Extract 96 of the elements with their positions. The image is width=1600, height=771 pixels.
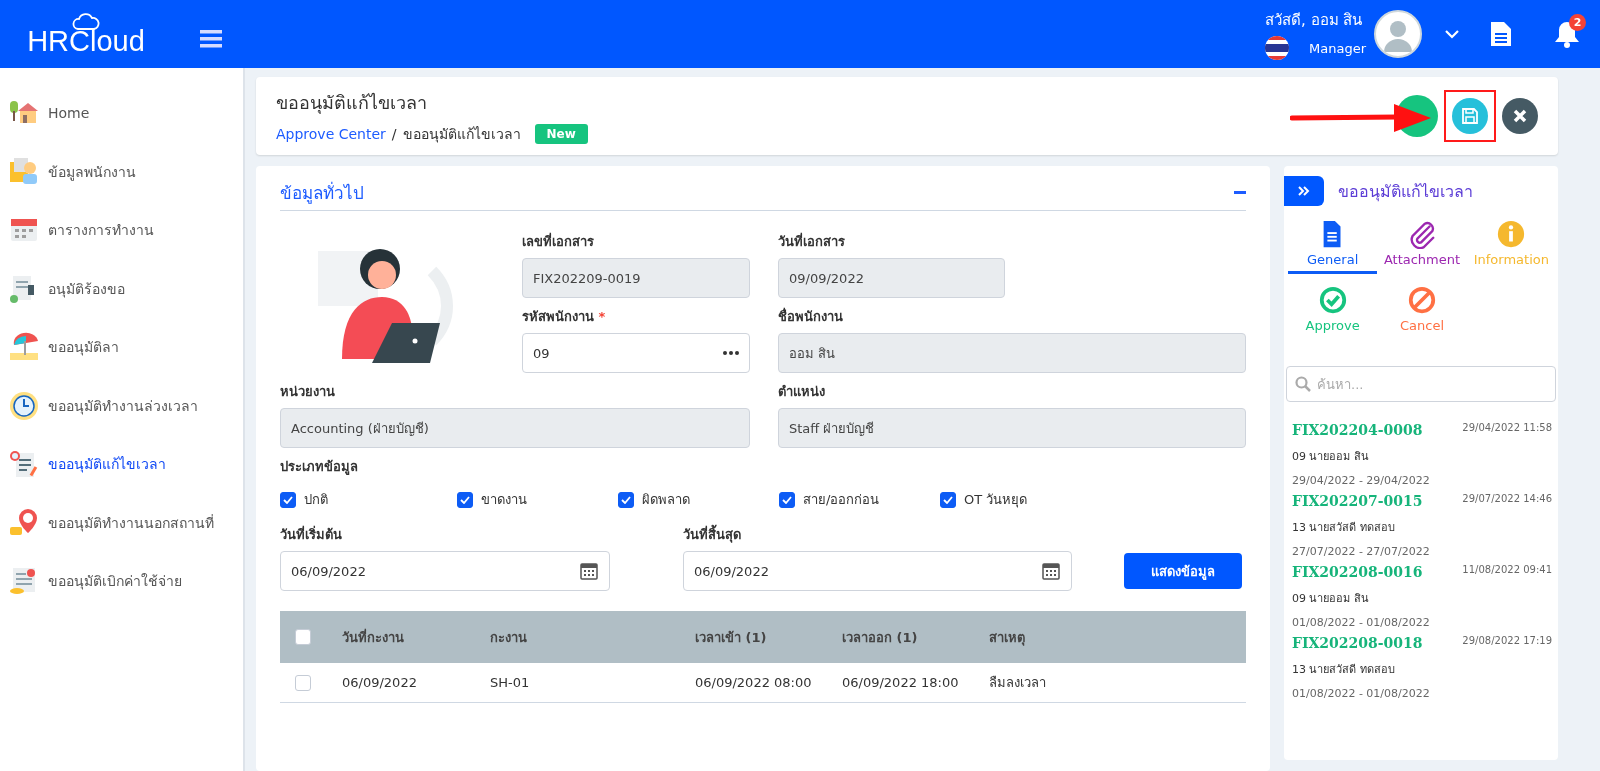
- employee-name: 13 นายสวัสดี ทดสอบ: [1292, 662, 1396, 678]
- double-chevron-icon: [1298, 185, 1310, 197]
- sidebar-item[interactable]: Home: [0, 84, 243, 143]
- input-field[interactable]: Staff ฝ่ายบัญชี: [778, 408, 1246, 448]
- field-label: รหัสพนักงาน *: [522, 308, 607, 326]
- type-checkbox[interactable]: ปกติ: [280, 489, 457, 510]
- flag-icon: [1265, 36, 1289, 60]
- breadcrumb-separator: /: [391, 125, 397, 142]
- input-field[interactable]: ออม สิน: [778, 333, 1246, 373]
- calendar-icon[interactable]: [579, 561, 599, 581]
- column-header: เวลาเข้า (1): [694, 611, 841, 663]
- expand-button[interactable]: [1284, 176, 1324, 206]
- sidebar-item[interactable]: ตารางการทำงาน: [0, 201, 243, 260]
- bell-icon[interactable]: [1554, 20, 1580, 48]
- chevron-down-icon[interactable]: [1444, 29, 1460, 39]
- table-cell: 06/09/2022 08:00: [694, 663, 841, 703]
- close-icon: [1513, 109, 1527, 123]
- sidebar-item[interactable]: ขออนุมัติลา: [0, 318, 243, 377]
- table-cell: 06/09/2022: [341, 663, 489, 703]
- field-label: ชื่อพนักงาน: [778, 306, 844, 326]
- sidebar-item[interactable]: ขออนุมัติแก้ไขเวลา: [0, 435, 243, 494]
- sidebar-item[interactable]: อนุมัติร้องขอ: [0, 259, 243, 318]
- cloud-icon: [71, 12, 101, 31]
- input-field[interactable]: FIX202209-0019: [522, 258, 750, 298]
- check-icon: [621, 495, 631, 504]
- column-header: กะงาน: [489, 611, 694, 663]
- date-range: 01/08/2022 - 01/08/2022: [1292, 616, 1431, 629]
- check-icon: [782, 495, 792, 504]
- sidebar-item[interactable]: ขออนุมัติเบิกค่าใช้จ่าย: [0, 552, 243, 611]
- table-cell: ลืมลงเวลา: [988, 663, 1246, 703]
- timestamp: 29/04/2022 11:58: [1462, 422, 1552, 433]
- calendar-icon[interactable]: [1041, 561, 1061, 581]
- column-header: เวลาออก (1): [841, 611, 988, 663]
- input-field[interactable]: 09: [522, 333, 750, 373]
- date-range: 01/08/2022 - 01/08/2022: [1292, 687, 1431, 700]
- breadcrumb-current: ขออนุมัติแก้ไขเวลา: [402, 124, 521, 145]
- timestamp: 29/07/2022 14:46: [1462, 493, 1552, 504]
- type-checkbox[interactable]: ผิดพลาด: [618, 489, 779, 510]
- table-cell: 06/09/2022 18:00: [841, 663, 988, 703]
- field-label: หน่วยงาน: [280, 383, 336, 401]
- sidebar-item[interactable]: ขออนุมัติทำงานนอกสถานที่: [0, 493, 243, 552]
- check-icon: [460, 495, 470, 504]
- info-icon: [1496, 219, 1527, 249]
- breadcrumb-link[interactable]: Approve Center: [276, 125, 386, 142]
- column-header: สาเหตุ: [988, 611, 1246, 663]
- employee-name: 09 นายออม สิน: [1292, 591, 1370, 607]
- date-range: 27/07/2022 - 27/07/2022: [1292, 545, 1431, 558]
- page-title: ขออนุมัติแก้ไขเวลา: [276, 90, 428, 116]
- check-icon: [1317, 285, 1348, 315]
- panel-tab[interactable]: Attachment: [1377, 218, 1467, 274]
- timestamp: 29/08/2022 17:19: [1462, 635, 1552, 646]
- more-icon[interactable]: [723, 351, 739, 355]
- field-label: ประเภทข้อมูล: [280, 458, 359, 477]
- employee-name: 09 นายออม สิน: [1292, 449, 1370, 465]
- date-range: 29/04/2022 - 29/04/2022: [1292, 474, 1431, 487]
- column-header: วันที่กะงาน: [341, 611, 489, 663]
- paperclip-icon: [1407, 219, 1437, 249]
- field-label: วันที่สิ้นสุด: [683, 524, 1072, 545]
- status-badge: New: [534, 123, 588, 144]
- check-icon: [283, 495, 293, 504]
- clock-icon: [8, 389, 40, 422]
- panel-title: ขออนุมัติแก้ไขเวลา: [1338, 180, 1473, 204]
- input-field[interactable]: Accounting (ฝ่ายบัญชี): [280, 408, 750, 448]
- table-cell: SH-01: [489, 663, 694, 703]
- sidebar-item[interactable]: ข้อมูลพนักงาน: [0, 142, 243, 201]
- field-label: วันที่เอกสาร: [778, 231, 846, 251]
- row-checkbox[interactable]: [295, 674, 311, 691]
- close-button[interactable]: [1502, 98, 1538, 134]
- date-field[interactable]: 06/09/2022: [683, 551, 1072, 591]
- select-all-checkbox[interactable]: [295, 629, 311, 645]
- type-checkbox[interactable]: ขาดงาน: [457, 489, 618, 510]
- save-icon: [1461, 107, 1479, 125]
- type-checkbox[interactable]: OT วันหยุด: [940, 489, 1117, 510]
- menu-icon[interactable]: [200, 30, 222, 48]
- timestamp: 11/08/2022 09:41: [1462, 564, 1552, 575]
- input-field[interactable]: 09/09/2022: [778, 258, 1005, 298]
- panel-tab[interactable]: General: [1288, 218, 1378, 274]
- role-text: Manager: [1309, 40, 1366, 56]
- collapse-button[interactable]: [1234, 190, 1246, 194]
- notification-badge: 2: [1569, 14, 1586, 31]
- show-data-button[interactable]: แสดงข้อมูล: [1124, 553, 1242, 589]
- greeting-text: สวัสดี, ออม สิน: [1265, 10, 1364, 31]
- sidebar-item[interactable]: ขออนุมัติทำงานล่วงเวลา: [0, 376, 243, 435]
- ban-icon: [1407, 285, 1437, 315]
- logo-text: HRCloud: [27, 26, 145, 56]
- document-icon[interactable]: [1490, 21, 1512, 47]
- type-checkbox[interactable]: สาย/ออกก่อน: [779, 489, 940, 510]
- date-field[interactable]: 06/09/2022: [280, 551, 610, 591]
- employee-name: 13 นายสวัสดี ทดสอบ: [1292, 520, 1396, 536]
- section-title: ข้อมูลทั่วไป: [280, 180, 364, 206]
- field-label: วันที่เริ่มต้น: [280, 524, 343, 544]
- avatar[interactable]: [1374, 10, 1422, 58]
- field-label: เลขที่เอกสาร: [522, 231, 595, 251]
- check-icon: [943, 495, 953, 504]
- search-icon: [1295, 376, 1311, 392]
- field-label: ตำแหน่ง: [778, 383, 826, 401]
